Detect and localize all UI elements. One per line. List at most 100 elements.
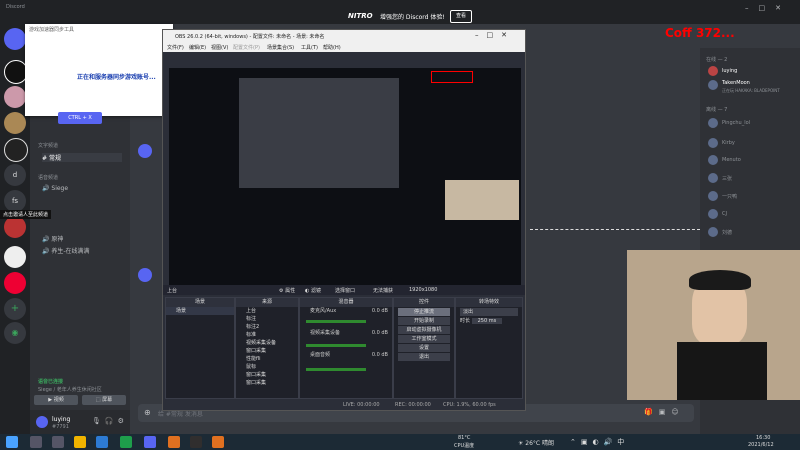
virtual-camera-button[interactable]: 启动虚拟摄像机 bbox=[398, 326, 450, 334]
stop-streaming-button[interactable]: 停止推流 bbox=[398, 308, 450, 316]
volume-meter[interactable] bbox=[306, 320, 366, 323]
app-icon[interactable] bbox=[168, 436, 180, 448]
voice-category[interactable]: 语音频道 bbox=[38, 174, 58, 181]
message-avatar bbox=[138, 144, 152, 158]
menu-scene-collection[interactable]: 场景集合(S) bbox=[267, 44, 294, 51]
app-icon[interactable] bbox=[212, 436, 224, 448]
window-controls[interactable]: –□✕ bbox=[745, 4, 791, 12]
source-item[interactable]: 窗口采集 bbox=[236, 347, 298, 355]
video-button[interactable]: ▶ 视频 bbox=[34, 395, 78, 405]
source-item[interactable]: 标注2 bbox=[236, 323, 298, 331]
voice-channel-siege[interactable]: 🔊 Siege bbox=[42, 185, 68, 192]
scene-item[interactable]: 场景 bbox=[166, 307, 234, 315]
source-item[interactable]: 窗口采集 bbox=[236, 379, 298, 387]
voice-connected-title: 语音已连接 bbox=[38, 379, 64, 385]
transition-duration[interactable]: 时长 250 ms bbox=[456, 317, 522, 325]
exit-button[interactable]: 退出 bbox=[398, 353, 450, 361]
message-avatar-discord bbox=[138, 268, 152, 282]
app-title: Discord bbox=[6, 4, 25, 10]
member-offline[interactable]: 三张 bbox=[708, 173, 798, 185]
explore-icon[interactable]: ◉ bbox=[4, 322, 26, 344]
member-takenmoon[interactable]: TakenMoon 正在玩 HAKAKA: BLADEPOINT bbox=[708, 80, 798, 93]
message-tools-icons[interactable]: 🎁▣☺ bbox=[644, 408, 685, 416]
server-icon-4[interactable] bbox=[4, 138, 28, 162]
obs-window-controls[interactable]: –□✕ bbox=[475, 31, 515, 39]
volume-meter[interactable] bbox=[306, 344, 366, 347]
settings-button[interactable]: 设置 bbox=[398, 344, 450, 352]
studio-mode-button[interactable]: 工作室模式 bbox=[398, 335, 450, 343]
server-icon-7[interactable] bbox=[4, 272, 26, 294]
discord-home-icon[interactable] bbox=[4, 28, 26, 50]
red-overlay-text: Coff 372... bbox=[665, 26, 735, 40]
source-item[interactable]: 标准 bbox=[236, 331, 298, 339]
source-item[interactable]: 性能fli bbox=[236, 355, 298, 363]
user-panel: luying #7791 🎙🎧⚙ bbox=[30, 410, 130, 434]
mixer-channel: 视频采集设备 0.0 dB bbox=[310, 330, 388, 336]
server-icon-5[interactable] bbox=[4, 216, 26, 238]
explorer-icon[interactable] bbox=[74, 436, 86, 448]
start-icon[interactable] bbox=[6, 436, 18, 448]
app-icon[interactable] bbox=[96, 436, 108, 448]
nitro-view-button[interactable]: 查看 bbox=[450, 10, 472, 23]
voice-channel-health[interactable]: 🔊 养生-在线满满 bbox=[42, 246, 90, 255]
invite-tooltip: 点击邀请人至此频道 bbox=[0, 210, 52, 219]
weather[interactable]: ☀ 26°C 晴朗 bbox=[518, 438, 554, 447]
voice-channel-genshin[interactable]: 🔊 原神 bbox=[42, 234, 63, 243]
attach-icon[interactable]: ⊕ bbox=[144, 408, 151, 417]
filters-button[interactable]: ◐ 滤镜 bbox=[305, 287, 321, 294]
sync-popup: 游戏加速器同步工具 正在和服务器同步游戏账号... bbox=[25, 24, 173, 116]
popup-shortcut-button[interactable]: CTRL + X bbox=[58, 112, 102, 124]
member-offline[interactable]: Menuto bbox=[708, 155, 798, 167]
menu-help[interactable]: 帮助(H) bbox=[323, 44, 341, 51]
source-item[interactable]: 鼠标 bbox=[236, 363, 298, 371]
screen-button[interactable]: ⬚ 屏幕 bbox=[82, 395, 126, 405]
webcam-source bbox=[445, 180, 519, 220]
text-category[interactable]: 文字频道 bbox=[38, 142, 58, 149]
user-controls[interactable]: 🎙🎧⚙ bbox=[92, 417, 128, 425]
app-icon[interactable] bbox=[120, 436, 132, 448]
source-item[interactable]: 标注 bbox=[236, 315, 298, 323]
menu-edit[interactable]: 编辑(E) bbox=[189, 44, 206, 51]
nitro-logo: NITRO bbox=[348, 12, 373, 20]
add-server-icon[interactable]: + bbox=[4, 298, 26, 320]
transition-select[interactable]: 淡出 bbox=[460, 308, 518, 316]
member-offline[interactable]: Pingchu_lol bbox=[708, 118, 798, 130]
properties-button[interactable]: ⚙ 属性 bbox=[279, 287, 295, 294]
taskview-icon[interactable] bbox=[52, 436, 64, 448]
source-item[interactable]: 窗口采集 bbox=[236, 371, 298, 379]
user-tag: #7791 bbox=[52, 424, 69, 430]
tray-icons[interactable]: ⌃▣◐🔊中 bbox=[570, 437, 629, 447]
channel-general[interactable]: # 常规 bbox=[42, 153, 122, 162]
server-icon-fs[interactable]: fs bbox=[4, 190, 26, 212]
source-item[interactable]: 视频采集设备 bbox=[236, 339, 298, 347]
member-luying[interactable]: luying bbox=[708, 66, 798, 78]
window-select[interactable]: 选择窗口 bbox=[335, 287, 355, 294]
server-icon-2[interactable] bbox=[4, 86, 26, 108]
cpu-fps: CPU: 1.9%, 60.00 fps bbox=[443, 402, 496, 408]
server-icon-6[interactable] bbox=[4, 246, 26, 268]
menu-view[interactable]: 视图(V) bbox=[211, 44, 228, 51]
search-icon[interactable] bbox=[30, 436, 42, 448]
member-offline[interactable]: 一只鸭 bbox=[708, 191, 798, 203]
menu-profile[interactable]: 配置文件(P) bbox=[233, 44, 260, 51]
capture-mode[interactable]: 无法捕获 bbox=[373, 287, 393, 294]
discord-taskbar-icon[interactable] bbox=[144, 436, 156, 448]
username: luying bbox=[52, 416, 71, 423]
member-offline[interactable]: Kirby bbox=[708, 138, 798, 150]
obs-taskbar-icon[interactable] bbox=[190, 436, 202, 448]
source-item[interactable]: 上台 bbox=[236, 307, 298, 315]
mixer-channel: 麦克风/Aux 0.0 dB bbox=[310, 308, 388, 314]
server-icon-3[interactable] bbox=[4, 112, 26, 134]
avatar[interactable] bbox=[36, 416, 48, 428]
sources-dock: 来源 上台 标注 标注2 标准 视频采集设备 窗口采集 性能fli 鼠标 窗口采… bbox=[235, 297, 299, 399]
start-recording-button[interactable]: 开始录制 bbox=[398, 317, 450, 325]
member-offline[interactable]: CJ bbox=[708, 209, 798, 221]
member-offline[interactable]: 刘德 bbox=[708, 227, 798, 239]
menu-tools[interactable]: 工具(T) bbox=[301, 44, 318, 51]
popup-message: 正在和服务器同步游戏账号... bbox=[77, 74, 156, 81]
obs-preview[interactable] bbox=[169, 68, 521, 288]
menu-file[interactable]: 文件(F) bbox=[167, 44, 184, 51]
transitions-dock-title: 转场特效 bbox=[456, 298, 522, 307]
volume-meter[interactable] bbox=[306, 368, 366, 371]
server-icon-d[interactable]: d bbox=[4, 164, 26, 186]
